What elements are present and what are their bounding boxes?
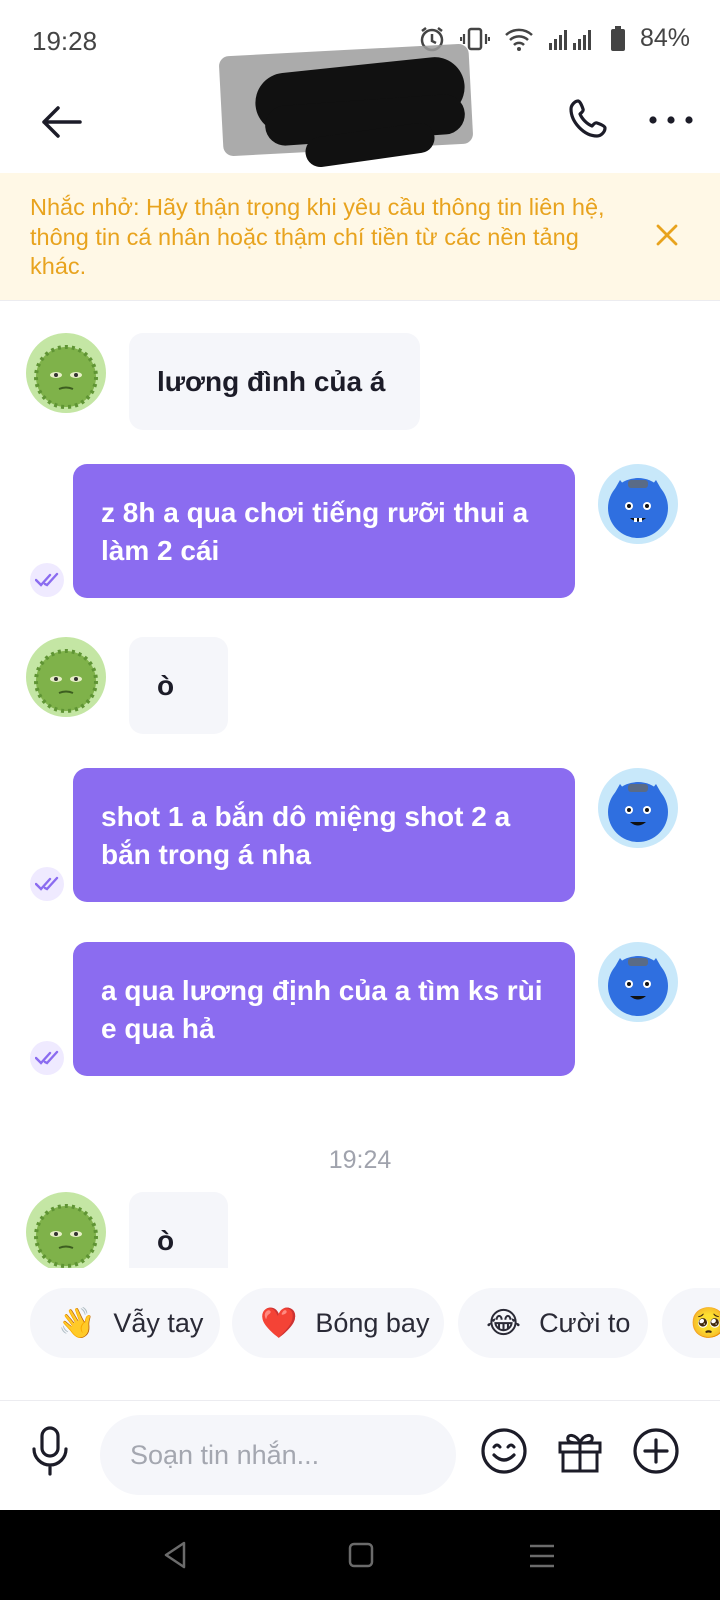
close-icon bbox=[656, 224, 678, 246]
reaction-label: Vẫy tay bbox=[113, 1307, 204, 1338]
avatar-contact[interactable] bbox=[26, 637, 106, 717]
reaction-more-button[interactable]: 🥺 bbox=[662, 1288, 720, 1358]
quick-reactions-bar: 👋 Vẫy tay ❤️ Bóng bay 😂 Cười to 🥺 bbox=[0, 1288, 720, 1358]
microphone-icon bbox=[32, 1426, 68, 1476]
plus-icon bbox=[633, 1428, 679, 1474]
message-clip: ò bbox=[0, 1180, 720, 1268]
time-separator: 19:24 bbox=[328, 1146, 392, 1174]
chat-header bbox=[0, 43, 720, 172]
banner-close-button[interactable] bbox=[655, 223, 679, 247]
wifi-icon bbox=[504, 26, 534, 52]
laugh-icon: 😂 bbox=[486, 1306, 522, 1340]
heart-icon: ❤️ bbox=[260, 1306, 298, 1340]
message-input[interactable] bbox=[100, 1415, 456, 1495]
reaction-label: Cười to bbox=[539, 1307, 631, 1338]
nav-back-icon bbox=[164, 1541, 186, 1569]
sticker-icon bbox=[481, 1428, 527, 1474]
nav-home-icon bbox=[348, 1542, 374, 1568]
read-receipt-icon bbox=[30, 563, 64, 597]
divider bbox=[0, 1400, 720, 1401]
read-receipt-icon bbox=[30, 867, 64, 901]
nav-home-button[interactable] bbox=[348, 1542, 374, 1573]
message-bubble-outgoing[interactable]: shot 1 a bắn dô miệng shot 2 a bắn trong… bbox=[73, 768, 575, 902]
reaction-balloon-button[interactable]: ❤️ Bóng bay bbox=[232, 1288, 444, 1358]
avatar-contact[interactable] bbox=[26, 1192, 106, 1268]
voice-button[interactable] bbox=[30, 1425, 70, 1477]
battery-percent: 84% bbox=[639, 24, 690, 52]
more-icon bbox=[649, 116, 693, 124]
signal-icon bbox=[548, 27, 596, 51]
phone-icon bbox=[569, 99, 607, 138]
message-bubble-incoming[interactable]: ò bbox=[129, 1192, 228, 1268]
avatar-me[interactable] bbox=[598, 942, 678, 1022]
battery-icon bbox=[610, 25, 626, 52]
message-bubble-incoming[interactable]: ò bbox=[129, 637, 228, 734]
system-nav-bar bbox=[0, 1510, 720, 1600]
avatar-me[interactable] bbox=[598, 768, 678, 848]
reaction-label: Bóng bay bbox=[315, 1307, 430, 1338]
message-bubble-incoming[interactable]: lương đình của á bbox=[129, 333, 420, 430]
message-bubble-outgoing[interactable]: z 8h a qua chơi tiếng rưỡi thui a làm 2 … bbox=[73, 464, 575, 598]
banner-text: Nhắc nhở: Hãy thận trọng khi yêu cầu thô… bbox=[30, 194, 605, 279]
status-time: 19:28 bbox=[32, 26, 98, 56]
nav-back-button[interactable] bbox=[162, 1540, 188, 1575]
read-receipt-icon bbox=[30, 1041, 64, 1075]
message-composer bbox=[0, 1405, 720, 1505]
add-attachment-button[interactable] bbox=[632, 1427, 680, 1475]
sticker-button[interactable] bbox=[480, 1427, 528, 1475]
gift-button[interactable] bbox=[556, 1427, 604, 1475]
avatar-contact[interactable] bbox=[26, 333, 106, 413]
nav-recents-icon bbox=[530, 1544, 554, 1568]
back-arrow-icon bbox=[42, 106, 82, 138]
message-bubble-outgoing[interactable]: a qua lương định của a tìm ks rùi e qua … bbox=[73, 942, 575, 1076]
nav-recents-button[interactable] bbox=[528, 1544, 556, 1573]
divider bbox=[0, 300, 720, 301]
avatar-me[interactable] bbox=[598, 464, 678, 544]
gift-icon bbox=[558, 1434, 602, 1473]
back-button[interactable] bbox=[38, 98, 86, 146]
reaction-wave-button[interactable]: 👋 Vẫy tay bbox=[30, 1288, 220, 1358]
contact-name-redacted[interactable] bbox=[218, 43, 495, 170]
pleading-icon: 🥺 bbox=[690, 1306, 720, 1340]
wave-icon: 👋 bbox=[58, 1306, 96, 1340]
call-button[interactable] bbox=[566, 96, 614, 144]
more-button[interactable] bbox=[648, 110, 694, 130]
safety-reminder-banner: Nhắc nhở: Hãy thận trọng khi yêu cầu thô… bbox=[0, 173, 720, 300]
reaction-laugh-button[interactable]: 😂 Cười to bbox=[458, 1288, 648, 1358]
